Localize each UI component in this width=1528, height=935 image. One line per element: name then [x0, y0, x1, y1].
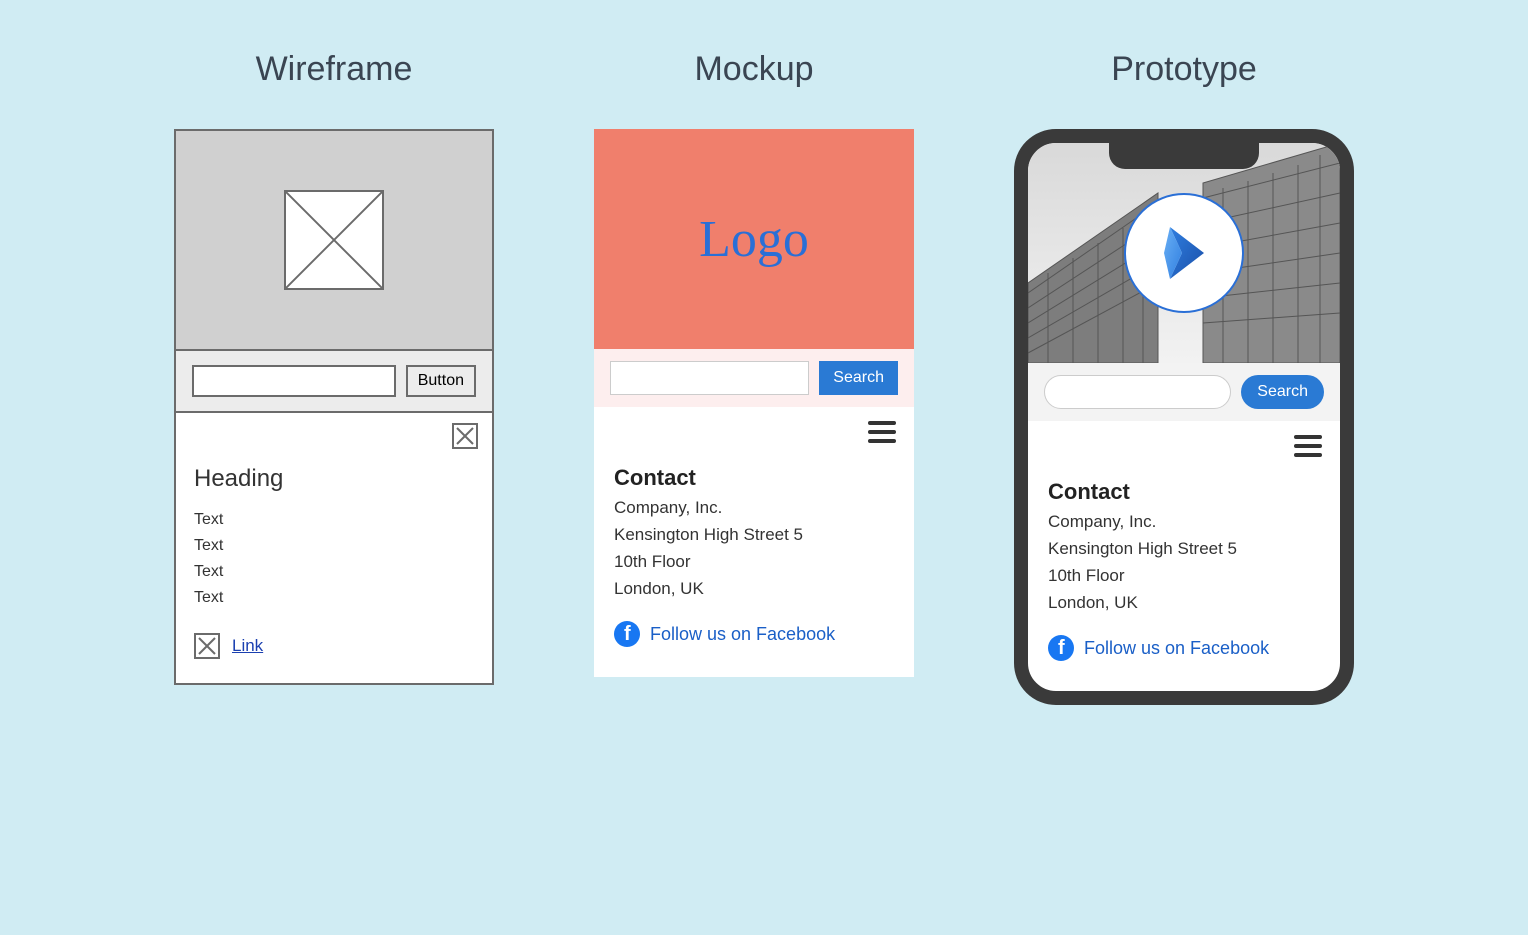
- wireframe-search-bar: Button: [176, 351, 492, 413]
- section-heading: Heading: [194, 465, 474, 493]
- wireframe-body: Heading Text Text Text Text Link: [176, 413, 492, 683]
- text-line: Text: [194, 537, 474, 555]
- prototype-device: Search Contact Company, Inc. Kensington …: [1014, 129, 1354, 705]
- hamburger-menu-icon[interactable]: [1294, 435, 1322, 457]
- wireframe-column: Wireframe Button Heading Text Text Text …: [174, 50, 494, 705]
- text-line: Text: [194, 589, 474, 607]
- prototype-search-bar: Search: [1028, 363, 1340, 421]
- mockup-column: Mockup Logo Search Contact Company, Inc.…: [594, 50, 914, 705]
- section-heading: Contact: [614, 465, 894, 491]
- search-button[interactable]: Search: [1241, 375, 1324, 409]
- section-heading: Contact: [1048, 479, 1320, 505]
- facebook-icon: [1048, 635, 1074, 661]
- image-placeholder-icon: [284, 190, 384, 290]
- wireframe-title: Wireframe: [174, 50, 494, 89]
- link-icon: [194, 633, 220, 659]
- prototype-column: Prototype: [1014, 50, 1354, 705]
- search-input[interactable]: [192, 365, 396, 397]
- mockup-device: Logo Search Contact Company, Inc. Kensin…: [594, 129, 914, 677]
- search-input[interactable]: [610, 361, 809, 395]
- address-line: London, UK: [614, 579, 894, 599]
- facebook-row: Follow us on Facebook: [1048, 635, 1320, 661]
- facebook-link[interactable]: Follow us on Facebook: [650, 624, 835, 645]
- prototype-title: Prototype: [1014, 50, 1354, 89]
- search-button[interactable]: Search: [819, 361, 898, 395]
- mockup-search-bar: Search: [594, 349, 914, 407]
- address-line: Company, Inc.: [614, 498, 894, 518]
- search-button[interactable]: Button: [406, 365, 476, 397]
- facebook-row: Follow us on Facebook: [614, 621, 894, 647]
- address-line: Kensington High Street 5: [614, 525, 894, 545]
- diagram-stage: Wireframe Button Heading Text Text Text …: [0, 0, 1528, 705]
- play-logo-icon: [1124, 193, 1244, 313]
- mockup-title: Mockup: [594, 50, 914, 89]
- address-line: 10th Floor: [614, 552, 894, 572]
- hamburger-menu-icon[interactable]: [868, 421, 896, 443]
- close-icon[interactable]: [452, 423, 478, 449]
- text-line: Text: [194, 563, 474, 581]
- address-line: Kensington High Street 5: [1048, 539, 1320, 559]
- mockup-hero: Logo: [594, 129, 914, 349]
- wireframe-link[interactable]: Link: [232, 636, 263, 656]
- mockup-body: Contact Company, Inc. Kensington High St…: [594, 407, 914, 677]
- link-row: Link: [194, 633, 474, 659]
- wireframe-device: Button Heading Text Text Text Text Link: [174, 129, 494, 685]
- facebook-icon: [614, 621, 640, 647]
- address-line: Company, Inc.: [1048, 512, 1320, 532]
- address-line: London, UK: [1048, 593, 1320, 613]
- logo-text: Logo: [699, 210, 809, 269]
- text-line: Text: [194, 511, 474, 529]
- phone-notch: [1109, 143, 1259, 169]
- prototype-body: Contact Company, Inc. Kensington High St…: [1028, 421, 1340, 691]
- address-line: 10th Floor: [1048, 566, 1320, 586]
- search-input[interactable]: [1044, 375, 1231, 409]
- facebook-link[interactable]: Follow us on Facebook: [1084, 638, 1269, 659]
- wireframe-hero: [176, 131, 492, 351]
- prototype-hero: [1028, 143, 1340, 363]
